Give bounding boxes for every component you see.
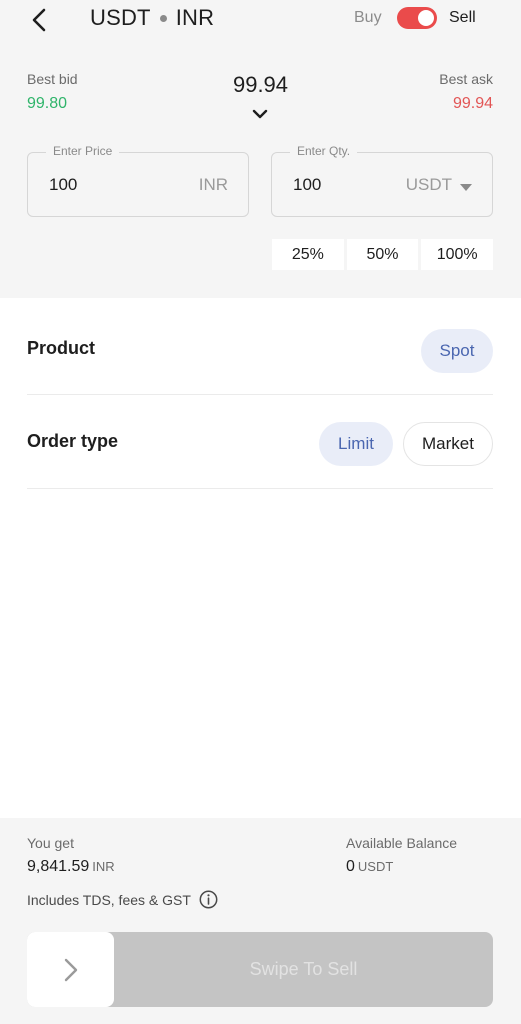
quote-currency: INR — [175, 5, 215, 30]
trading-pair-title: USDT INR — [90, 5, 214, 31]
quantity-input[interactable]: Enter Qty. 100 USDT — [271, 144, 493, 217]
product-spot-button[interactable]: Spot — [421, 329, 493, 373]
you-get-value: 9,841.59 — [27, 858, 90, 875]
fees-note: Includes TDS, fees & GST — [27, 890, 218, 909]
product-label: Product — [27, 338, 96, 358]
quantity-input-label: Enter Qty. — [290, 144, 358, 158]
divider — [27, 488, 493, 489]
info-icon[interactable] — [199, 890, 218, 909]
you-get-label: You get — [27, 835, 74, 851]
toggle-knob — [418, 10, 434, 26]
chevron-down-icon[interactable] — [251, 108, 269, 120]
percent-100-button[interactable]: 100% — [421, 239, 494, 270]
fees-note-text: Includes TDS, fees & GST — [27, 891, 191, 908]
sell-label[interactable]: Sell — [449, 9, 476, 27]
best-ask-label: Best ask — [439, 71, 493, 87]
percent-50-button[interactable]: 50% — [346, 239, 419, 270]
quantity-unit-select[interactable]: USDT — [406, 175, 452, 195]
you-get-unit: INR — [92, 859, 115, 874]
price-input[interactable]: Enter Price 100 INR — [27, 144, 249, 217]
order-summary-panel: You get 9,841.59 INR Available Balance 0U… — [0, 818, 521, 1024]
swipe-to-sell-slider[interactable]: Swipe To Sell — [27, 932, 493, 1007]
price-input-value[interactable]: 100 — [49, 175, 77, 195]
pair-separator-dot — [159, 14, 167, 22]
quantity-input-value[interactable]: 100 — [293, 175, 321, 195]
percent-25-button[interactable]: 25% — [272, 239, 344, 270]
order-type-limit-button[interactable]: Limit — [319, 422, 393, 466]
available-balance-amount: 0 USDT — [346, 858, 393, 876]
swipe-label: Swipe To Sell — [249, 959, 358, 979]
price-input-label: Enter Price — [46, 144, 120, 158]
caret-down-icon[interactable] — [460, 184, 472, 191]
best-ask-value[interactable]: 99.94 — [453, 95, 493, 113]
order-type-label: Order type — [27, 431, 119, 451]
base-currency: USDT — [90, 5, 151, 30]
available-balance-value: 0 — [346, 858, 355, 875]
price-unit: INR — [198, 175, 228, 194]
you-get-amount: 9,841.59 INR — [27, 858, 115, 876]
available-balance-unit: USDT — [357, 859, 394, 874]
percent-selector: 25% 50% 100% — [272, 239, 494, 270]
swipe-handle[interactable] — [27, 932, 114, 1007]
buy-label[interactable]: Buy — [354, 9, 382, 27]
chevron-right-icon — [64, 958, 77, 981]
back-arrow-icon[interactable] — [26, 6, 54, 34]
divider — [27, 394, 493, 395]
order-options-panel: Product Spot Order type Limit Market — [0, 298, 521, 818]
order-type-market-button[interactable]: Market — [403, 422, 493, 466]
buy-sell-toggle[interactable] — [397, 7, 437, 29]
order-header-panel: USDT INR Buy Sell Best bid 99.80 99.94 B… — [0, 0, 521, 298]
available-balance-label: Available Balance — [346, 835, 458, 851]
